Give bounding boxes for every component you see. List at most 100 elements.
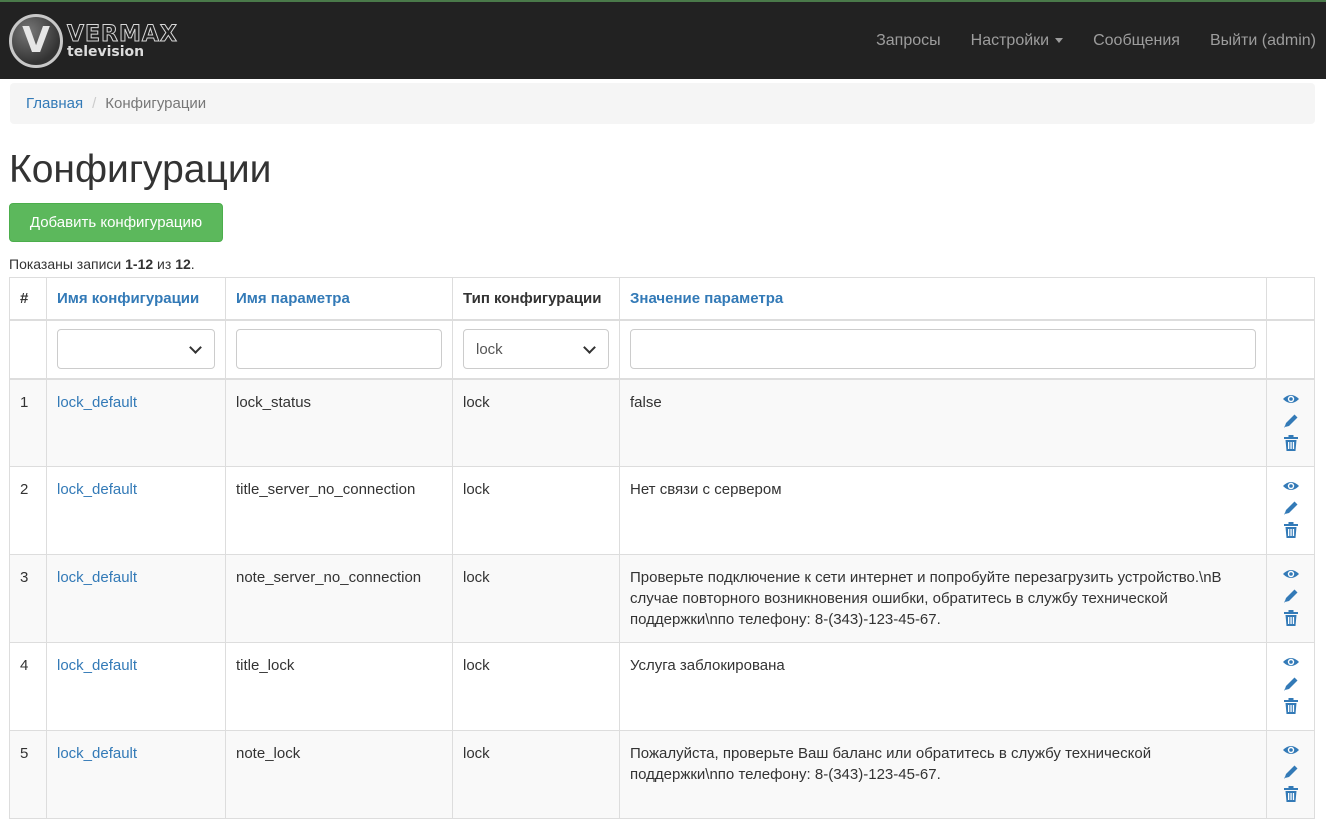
param-value-filter-input[interactable]	[630, 329, 1256, 369]
row-param-name: note_server_no_connection	[225, 554, 453, 643]
header-param-name: Имя параметра	[225, 277, 453, 321]
row-index: 4	[9, 642, 47, 731]
row-config-type: lock	[452, 642, 620, 731]
config-name-filter-select[interactable]	[57, 329, 215, 369]
filter-cell-param-name	[225, 319, 453, 380]
row-config-type: lock	[452, 378, 620, 467]
sort-param-name-link[interactable]: Имя параметра	[236, 290, 350, 307]
chevron-down-icon	[189, 340, 202, 354]
param-name-filter-input[interactable]	[236, 329, 442, 369]
nav-settings-dropdown[interactable]: Настройки	[956, 32, 1078, 50]
row-index: 1	[9, 378, 47, 467]
row-param-value: Проверьте подключение к сети интернет и …	[619, 554, 1267, 643]
nav-messages[interactable]: Сообщения	[1078, 32, 1195, 50]
table-row: 4 lock_default title_lock lock Услуга за…	[9, 642, 1315, 731]
summary-total: 12	[175, 256, 191, 272]
row-index: 3	[9, 554, 47, 643]
row-actions	[1266, 378, 1315, 467]
trash-icon[interactable]	[1282, 697, 1300, 715]
header-index: #	[9, 277, 47, 321]
brand-name-top: VERMAX	[67, 21, 178, 47]
caret-down-icon	[1055, 37, 1064, 43]
table-header-row: # Имя конфигурации Имя параметра Тип кон…	[9, 277, 1315, 321]
row-config-type: lock	[452, 554, 620, 643]
row-config-name-cell: lock_default	[46, 554, 226, 643]
top-navbar: V VERMAX television Запросы Настройки Со…	[0, 0, 1326, 79]
eye-icon[interactable]	[1282, 653, 1300, 671]
header-config-name: Имя конфигурации	[46, 277, 226, 321]
filter-cell-config-name	[46, 319, 226, 380]
trash-icon[interactable]	[1282, 521, 1300, 539]
row-actions	[1266, 466, 1315, 555]
filter-cell-index	[9, 319, 47, 380]
row-index: 2	[9, 466, 47, 555]
row-index: 5	[9, 730, 47, 819]
nav-logout[interactable]: Выйти (admin)	[1195, 32, 1326, 50]
row-actions	[1266, 730, 1315, 819]
row-actions	[1266, 554, 1315, 643]
table-row: 5 lock_default note_lock lock Пожалуйста…	[9, 730, 1315, 819]
row-config-name-link[interactable]: lock_default	[57, 745, 137, 762]
table-filter-row: lock	[9, 319, 1315, 380]
brand-name-bottom: television	[67, 43, 145, 60]
row-config-type: lock	[452, 730, 620, 819]
summary-range: 1-12	[125, 256, 154, 272]
table-row: 3 lock_default note_server_no_connection…	[9, 554, 1315, 643]
eye-icon[interactable]	[1282, 390, 1300, 408]
header-param-value: Значение параметра	[619, 277, 1267, 321]
chevron-down-icon	[583, 340, 596, 354]
trash-icon[interactable]	[1282, 434, 1300, 452]
config-type-filter-select[interactable]: lock	[463, 329, 609, 369]
add-configuration-button[interactable]: Добавить конфигурацию	[9, 203, 223, 242]
row-param-value: false	[619, 378, 1267, 467]
breadcrumb-separator: /	[92, 95, 97, 112]
trash-icon[interactable]	[1282, 785, 1300, 803]
eye-icon[interactable]	[1282, 477, 1300, 495]
nav-links: Запросы Настройки Сообщения Выйти (admin…	[861, 2, 1326, 79]
table-row: 1 lock_default lock_status lock false	[9, 378, 1315, 467]
pencil-icon[interactable]	[1282, 412, 1300, 430]
config-type-filter-value: lock	[476, 340, 503, 358]
nav-settings-label: Настройки	[970, 31, 1050, 49]
brand-wordmark: VERMAX television	[67, 21, 178, 60]
pencil-icon[interactable]	[1282, 675, 1300, 693]
logo-emblem: V	[9, 14, 63, 68]
header-actions	[1266, 277, 1315, 321]
row-config-type: lock	[452, 466, 620, 555]
row-config-name-link[interactable]: lock_default	[57, 569, 137, 586]
summary-suffix: .	[190, 256, 195, 272]
sort-config-name-link[interactable]: Имя конфигурации	[57, 290, 199, 307]
row-config-name-cell: lock_default	[46, 378, 226, 467]
row-config-name-link[interactable]: lock_default	[57, 657, 137, 674]
row-param-name: lock_status	[225, 378, 453, 467]
eye-icon[interactable]	[1282, 741, 1300, 759]
row-config-name-cell: lock_default	[46, 466, 226, 555]
pencil-icon[interactable]	[1282, 763, 1300, 781]
row-param-name: title_lock	[225, 642, 453, 731]
row-config-name-link[interactable]: lock_default	[57, 481, 137, 498]
breadcrumb-home[interactable]: Главная	[26, 95, 83, 112]
row-param-name: title_server_no_connection	[225, 466, 453, 555]
row-config-name-link[interactable]: lock_default	[57, 394, 137, 411]
row-param-name: note_lock	[225, 730, 453, 819]
pencil-icon[interactable]	[1282, 587, 1300, 605]
page-title: Конфигурации	[9, 148, 272, 191]
eye-icon[interactable]	[1282, 565, 1300, 583]
row-config-name-cell: lock_default	[46, 642, 226, 731]
header-config-type: Тип конфигурации	[452, 277, 620, 321]
brand-logo[interactable]: V VERMAX television	[9, 11, 178, 71]
sort-param-value-link[interactable]: Значение параметра	[630, 290, 783, 307]
filter-cell-config-type: lock	[452, 319, 620, 380]
nav-requests[interactable]: Запросы	[861, 32, 956, 50]
pencil-icon[interactable]	[1282, 499, 1300, 517]
filter-cell-param-value	[619, 319, 1267, 380]
row-param-value: Пожалуйста, проверьте Ваш баланс или обр…	[619, 730, 1267, 819]
table-row: 2 lock_default title_server_no_connectio…	[9, 466, 1315, 555]
breadcrumb: Главная / Конфигурации	[10, 83, 1315, 124]
summary-prefix: Показаны записи	[9, 256, 126, 272]
summary-of: из	[153, 256, 176, 272]
trash-icon[interactable]	[1282, 609, 1300, 627]
configurations-table: # Имя конфигурации Имя параметра Тип кон…	[9, 277, 1315, 819]
breadcrumb-current: Конфигурации	[105, 95, 207, 112]
filter-cell-actions	[1266, 319, 1315, 380]
